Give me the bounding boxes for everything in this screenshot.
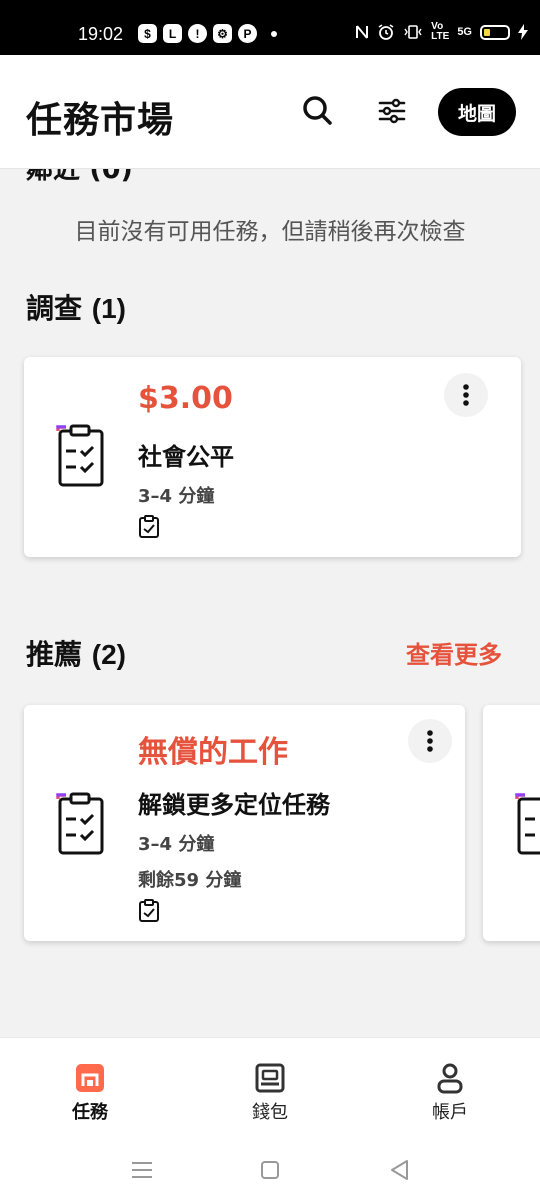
volte-icon: Vo LTE — [431, 21, 450, 42]
status-time: 19:02 — [78, 24, 124, 44]
nav-wallet[interactable]: 錢包 — [215, 1062, 325, 1124]
recommended-task-card[interactable]: 無償的工作 解鎖更多定位任務 3–4 分鐘 剩餘59 分鐘 — [24, 705, 465, 941]
vibrate-icon — [404, 25, 422, 39]
app-header: 任務市場 地圖 — [0, 55, 540, 169]
next-task-card-peek[interactable] — [483, 705, 540, 941]
empty-state-message: 目前沒有可用任務，但請稍後再次檢查 — [74, 219, 466, 245]
nfc-icon — [356, 25, 369, 39]
survey-section-count: (1) — [91, 293, 126, 324]
nav-account[interactable]: 帳戶 — [395, 1062, 505, 1124]
search-button[interactable] — [300, 93, 336, 129]
task-time-remaining: 剩餘59 分鐘 — [138, 870, 242, 891]
nearby-section-title: 鄰近 (0) — [26, 169, 133, 185]
status-bar: 19:02 $ L ! ⚙ P Vo LTE 5G — [0, 0, 540, 55]
back-icon[interactable] — [386, 1156, 414, 1184]
recommended-section-label: 推薦 — [26, 638, 83, 671]
clipboard-checklist-icon — [515, 793, 540, 855]
recents-icon[interactable] — [128, 1156, 156, 1184]
battery-icon — [480, 24, 510, 40]
shopping-bag-icon: $ — [138, 24, 157, 43]
map-button[interactable]: 地圖 — [438, 88, 516, 136]
task-name: 解鎖更多定位任務 — [138, 791, 330, 819]
survey-type-icon — [139, 899, 159, 922]
filter-button[interactable] — [374, 93, 410, 129]
clipboard-checklist-icon — [56, 792, 104, 855]
wallet-icon — [255, 1063, 285, 1093]
system-navigation-bar — [0, 1140, 540, 1200]
nav-account-label: 帳戶 — [432, 1102, 468, 1123]
task-reward: 無償的工作 — [138, 735, 288, 770]
signal-icon: 5G — [457, 26, 472, 38]
card-more-button[interactable] — [444, 373, 488, 417]
task-list[interactable]: 鄰近 (0) 目前沒有可用任務，但請稍後再次檢查 調查 (1) $3.00 社會… — [0, 169, 540, 1037]
bottom-navigation: 任務 錢包 帳戶 — [0, 1037, 540, 1140]
task-reward: $3.00 — [138, 381, 233, 416]
more-vertical-icon — [427, 730, 433, 752]
charging-icon — [518, 24, 528, 40]
survey-task-card[interactable]: $3.00 社會公平 3–4 分鐘 — [24, 357, 521, 557]
notification-icons: $ L ! ⚙ P — [138, 24, 277, 43]
settings-icon: ⚙ — [213, 24, 232, 43]
home-icon[interactable] — [256, 1156, 284, 1184]
parking-icon: P — [238, 24, 257, 43]
card-more-button[interactable] — [408, 719, 452, 763]
survey-type-icon — [139, 515, 159, 538]
survey-section-label: 調查 — [26, 292, 83, 325]
see-more-link[interactable]: 查看更多 — [406, 635, 502, 670]
storefront-icon — [76, 1064, 104, 1092]
nav-tasks-label: 任務 — [72, 1102, 108, 1123]
nav-wallet-label: 錢包 — [252, 1102, 288, 1123]
nav-tasks[interactable]: 任務 — [35, 1062, 145, 1124]
more-notifications-dot — [271, 30, 277, 37]
task-duration: 3–4 分鐘 — [138, 486, 215, 507]
recommended-section-title: 推薦 (2) — [26, 633, 126, 673]
task-name: 社會公平 — [138, 443, 234, 471]
user-icon — [437, 1063, 463, 1094]
shield-icon: L — [163, 24, 182, 43]
alert-icon: ! — [188, 24, 207, 43]
system-icons: Vo LTE 5G — [355, 22, 528, 42]
clipboard-checklist-icon — [56, 424, 104, 487]
search-icon — [303, 96, 332, 125]
more-vertical-icon — [463, 384, 469, 406]
task-duration: 3–4 分鐘 — [138, 834, 215, 855]
recommended-section-count: (2) — [91, 639, 126, 670]
alarm-icon — [378, 24, 394, 40]
survey-section-title: 調查 (1) — [26, 287, 126, 327]
page-title: 任務市場 — [26, 100, 175, 141]
sliders-icon — [378, 98, 406, 124]
